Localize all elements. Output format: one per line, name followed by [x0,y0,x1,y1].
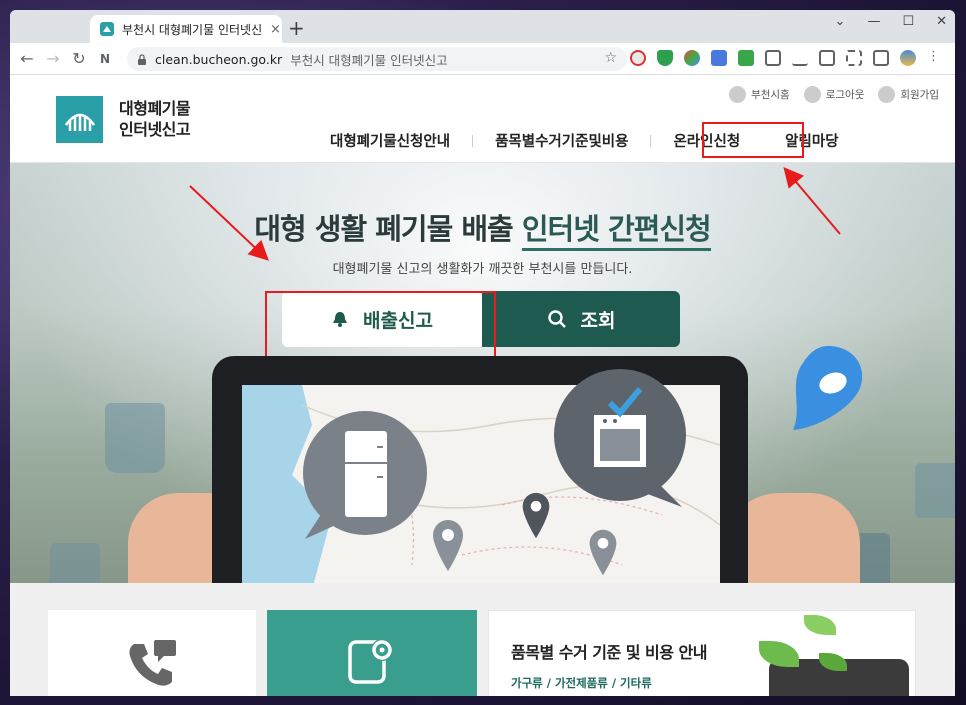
leaf-decoration [759,641,799,667]
map-pin-icon [433,520,463,571]
site-logo-text[interactable]: 대형폐기물 인터넷신고 [119,98,191,140]
leaf-decoration [804,615,836,635]
extension-icons: ⋮ [630,50,940,66]
extension-multicolor-icon[interactable] [684,50,700,66]
logo-line1: 대형폐기물 [119,99,191,118]
download-icon[interactable] [792,50,808,66]
settings-card[interactable] [267,610,477,696]
util-link-signup[interactable]: 회원가입 [878,86,939,103]
sidebar-icon[interactable] [873,50,889,66]
address-bar[interactable]: clean.bucheon.go.kr 부천시 대형폐기물 인터넷신고 ☆ [127,47,627,71]
search-button[interactable]: 조회 [482,291,680,347]
tab-title: 부천시 대형폐기물 인터넷신고 [122,22,262,37]
browser-tab-active[interactable]: 부천시 대형폐기물 인터넷신고 × [90,15,282,43]
hero-subtitle: 대형폐기물 신고의 생활화가 깨끗한 부천시를 만듭니다. [332,262,633,277]
shield-icon[interactable] [657,50,673,66]
utility-links: 부천시홈 로그아웃 회원가입 [729,86,939,103]
phone-card[interactable] [48,610,256,696]
map-pin-icon [589,529,617,576]
hero-title-plain: 대형 생활 폐기물 배출 [254,212,522,246]
cost-guide-categories[interactable]: 가구류 / 가전제품류 / 기타류 [511,675,652,691]
site-logo-icon[interactable] [56,96,103,143]
highlight-box-online-apply [702,122,804,158]
maximize-icon[interactable]: ☐ [902,14,914,29]
map-pin-icon [522,492,550,539]
window-close-icon[interactable]: ✕ [936,14,947,29]
lock-icon [803,86,821,103]
util-link-signup-label: 회원가입 [900,89,939,101]
stove-check-icon [554,369,686,507]
browser-window: 부천시 대형폐기물 인터넷신고 × + ⌄ — ☐ ✕ ← → ↻ N clea… [10,10,955,696]
minimize-icon[interactable]: — [867,14,880,29]
cost-guide-card[interactable]: 품목별 수거 기준 및 비용 안내 가구류 / 가전제품류 / 기타류 [488,610,916,696]
quick-menu-area: 품목별 수거 기준 및 비용 안내 가구류 / 가전제품류 / 기타류 [10,583,955,696]
phone-chat-icon [129,640,176,686]
extension-red-icon[interactable] [630,50,646,66]
url-text: clean.bucheon.go.kr [155,51,283,67]
nav-item-guide[interactable]: 대형폐기물신청안내 [330,130,450,151]
site-header: 대형폐기물 인터넷신고 부천시홈 로그아웃 회원가입 대형폐기물신청안내 품목별… [10,76,955,163]
translate-icon[interactable] [711,50,727,66]
logo-line2: 인터넷신고 [119,120,191,139]
lock-icon [138,53,146,65]
screenshot-icon[interactable] [846,50,862,66]
browser-toolbar: ← → ↻ N clean.bucheon.go.kr 부천시 대형폐기물 인터… [10,43,955,75]
search-icon [547,310,566,328]
forward-icon[interactable]: → [40,49,66,68]
home-icon [729,86,747,103]
menu-dots-icon[interactable]: ⋮ [927,50,940,66]
plant-pot-left2-icon [50,543,100,583]
nav-divider [472,135,474,147]
nav-divider [650,135,652,147]
refrigerator-icon [303,411,427,539]
user-icon [878,86,896,103]
tab-strip: 부천시 대형폐기물 인터넷신고 × + ⌄ — ☐ ✕ [10,10,955,43]
reload-icon[interactable]: ↻ [66,49,92,68]
highlight-box-report [265,291,496,366]
back-icon[interactable]: ← [14,49,40,68]
tab-close-icon[interactable]: × [270,22,281,37]
hero-title-underlined: 인터넷 간편신청 [521,212,712,251]
url-page-title: 부천시 대형폐기물 인터넷신고 [290,52,448,68]
media-icon[interactable] [819,50,835,66]
util-link-home[interactable]: 부천시홈 [729,86,790,103]
new-tab-button[interactable]: + [288,18,305,38]
puzzle-icon[interactable] [765,50,781,66]
site-favicon-icon [100,22,114,36]
location-pin-blue-icon [793,346,863,430]
plant-pot-right-icon [915,463,955,518]
cost-guide-title: 품목별 수거 기준 및 비용 안내 [511,643,708,662]
naver-extension-icon[interactable]: N [92,52,118,66]
hero-title: 대형 생활 폐기물 배출 인터넷 간편신청 [10,206,955,251]
hero-section: 대형 생활 폐기물 배출 인터넷 간편신청 대형폐기물 신고의 생활화가 깨끗한… [10,163,955,583]
gear-document-icon [348,639,393,684]
util-link-logout-label: 로그아웃 [825,89,865,101]
extension-green-icon[interactable] [738,50,754,66]
window-controls: ⌄ — ☐ ✕ [835,14,947,29]
nav-item-cost[interactable]: 품목별수거기준및비용 [495,130,628,151]
profile-avatar-icon[interactable] [900,50,916,66]
plant-pot-left-icon [105,403,165,473]
bookmark-star-icon[interactable]: ☆ [604,50,617,66]
util-link-home-label: 부천시홈 [751,89,790,101]
search-button-label: 조회 [580,309,616,332]
util-link-logout[interactable]: 로그아웃 [803,86,865,103]
tab-search-icon[interactable]: ⌄ [835,14,846,29]
